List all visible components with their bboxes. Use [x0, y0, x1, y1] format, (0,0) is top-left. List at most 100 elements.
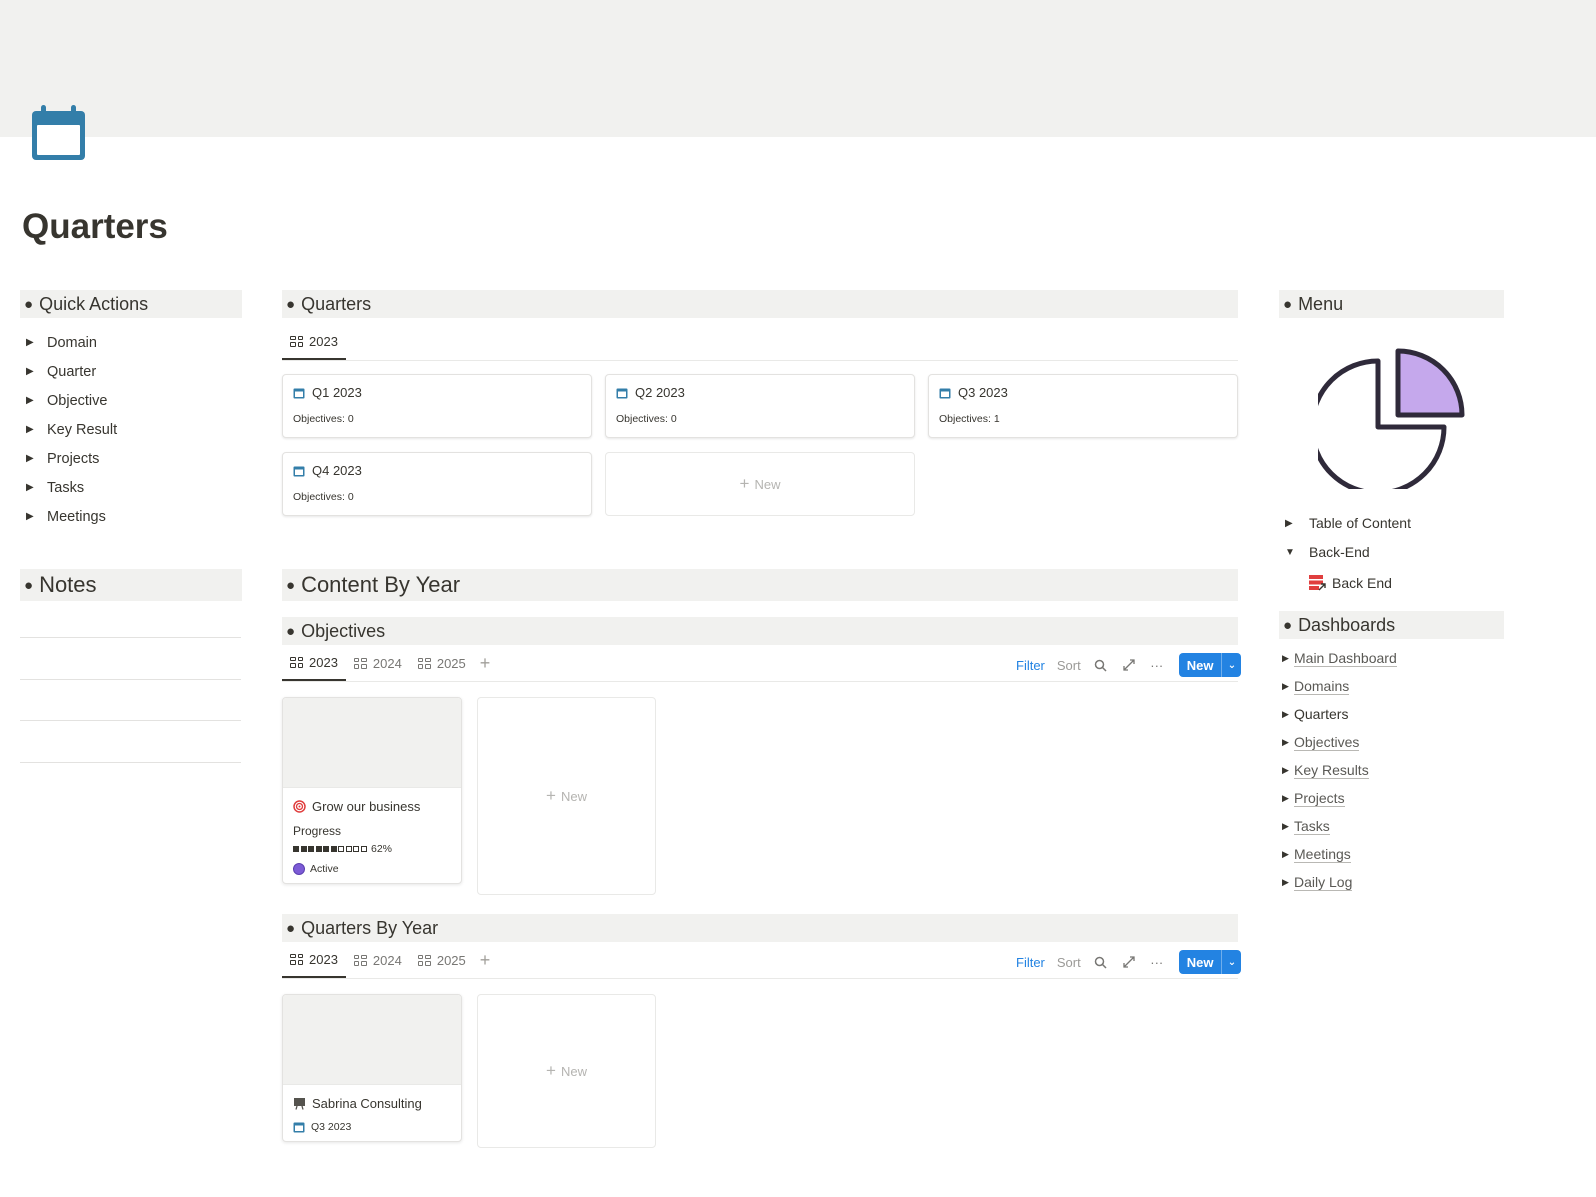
search-icon[interactable] — [1087, 956, 1115, 969]
dashboard-link-projects[interactable]: ▶ Projects — [1282, 784, 1397, 812]
dashboards-heading: ● Dashboards — [1279, 611, 1504, 639]
triangle-right-icon: ▶ — [1282, 792, 1289, 803]
toggle-meetings[interactable]: ▶ Meetings — [26, 502, 117, 531]
dashboard-link-quarters[interactable]: ▶ Quarters — [1282, 700, 1397, 728]
gallery-icon — [353, 954, 367, 966]
card-cover — [283, 995, 461, 1085]
quarter-project-card[interactable]: Sabrina Consulting Q3 2023 — [282, 994, 462, 1142]
dashboard-link-meetings[interactable]: ▶ Meetings — [1282, 840, 1397, 868]
gallery-icon — [417, 954, 431, 966]
filter-button[interactable]: Filter — [1010, 955, 1051, 970]
chevron-down-icon[interactable]: ⌄ — [1221, 950, 1241, 974]
dashboard-link-tasks[interactable]: ▶ Tasks — [1282, 812, 1397, 840]
new-objective-card[interactable]: + New — [477, 697, 656, 895]
add-view-icon[interactable]: + — [474, 645, 497, 681]
progress-square — [315, 846, 322, 852]
presentation-icon — [294, 1097, 305, 1110]
triangle-down-icon[interactable]: ▼ — [1285, 547, 1309, 558]
gallery-icon — [353, 657, 367, 669]
toggle-projects[interactable]: ▶ Projects — [26, 444, 117, 473]
triangle-right-icon[interactable]: ▶ — [26, 511, 47, 522]
add-view-icon[interactable]: + — [474, 942, 497, 978]
triangle-right-icon: ▶ — [1282, 876, 1289, 887]
dashboard-link-daily-log[interactable]: ▶ Daily Log — [1282, 868, 1397, 896]
quarters-heading: ● Quarters — [282, 290, 1238, 318]
gallery-icon — [290, 953, 303, 965]
calendar-icon — [939, 388, 951, 398]
toggle-table-of-content[interactable]: ▶ Table of Content — [1285, 515, 1411, 531]
back-end-page-link[interactable]: Back End — [1308, 574, 1392, 591]
quarter-card-q1[interactable]: Q1 2023 Objectives: 0 — [282, 374, 592, 438]
note-line[interactable] — [20, 762, 241, 763]
calendar-icon[interactable] — [31, 105, 86, 161]
quarter-card-q4[interactable]: Q4 2023 Objectives: 0 — [282, 452, 592, 516]
objectives-toolbar: Filter Sort ··· New ⌄ — [1010, 653, 1242, 677]
dashboards-list: ▶ Main Dashboard ▶ Domains ▶ Quarters ▶ Obje… — [1282, 644, 1397, 896]
progress-square — [330, 846, 337, 852]
objectives-heading: ● Objectives — [282, 617, 1238, 645]
dashboard-link-key-results[interactable]: ▶ Key Results — [1282, 756, 1397, 784]
toggle-back-end[interactable]: ▼ Back-End — [1285, 544, 1370, 560]
new-quarter-card[interactable]: + New — [605, 452, 915, 516]
chevron-down-icon[interactable]: ⌄ — [1221, 653, 1241, 677]
more-icon[interactable]: ··· — [1143, 658, 1171, 673]
triangle-right-icon[interactable]: ▶ — [26, 424, 47, 435]
tab-2023[interactable]: 2023 — [282, 942, 346, 978]
triangle-right-icon: ▶ — [1282, 764, 1289, 775]
sort-button[interactable]: Sort — [1051, 955, 1087, 970]
triangle-right-icon[interactable]: ▶ — [26, 453, 47, 464]
objective-card[interactable]: Grow our business Progress 62% Active — [282, 697, 462, 884]
new-objective-button[interactable]: New ⌄ — [1178, 653, 1242, 677]
progress-square — [360, 846, 367, 852]
expand-icon[interactable] — [1115, 659, 1143, 671]
triangle-right-icon[interactable]: ▶ — [1285, 518, 1309, 529]
search-icon[interactable] — [1087, 659, 1115, 672]
note-line[interactable] — [20, 720, 241, 721]
tab-2023[interactable]: 2023 — [282, 645, 346, 681]
quarters-by-year-heading: ● Quarters By Year — [282, 914, 1238, 942]
tab-2023[interactable]: 2023 — [282, 324, 346, 360]
plus-icon: + — [546, 786, 556, 805]
tab-2024[interactable]: 2024 — [346, 645, 410, 681]
triangle-right-icon[interactable]: ▶ — [26, 337, 47, 348]
toggle-key-result[interactable]: ▶ Key Result — [26, 415, 117, 444]
status-dot-icon — [293, 863, 305, 875]
quick-actions-heading: ● Quick Actions — [20, 290, 242, 318]
progress-square — [338, 846, 344, 852]
quarters-view-tabs: 2023 — [282, 323, 1238, 361]
toggle-tasks[interactable]: ▶ Tasks — [26, 473, 117, 502]
triangle-right-icon[interactable]: ▶ — [26, 395, 47, 406]
tab-2025[interactable]: 2025 — [410, 942, 474, 978]
toggle-quarter[interactable]: ▶ Quarter — [26, 357, 117, 386]
triangle-right-icon: ▶ — [1282, 848, 1289, 859]
dashboard-link-main[interactable]: ▶ Main Dashboard — [1282, 644, 1397, 672]
tab-2024[interactable]: 2024 — [346, 942, 410, 978]
quarter-card-q2[interactable]: Q2 2023 Objectives: 0 — [605, 374, 915, 438]
expand-icon[interactable] — [1115, 956, 1143, 968]
card-cover — [283, 698, 461, 788]
dashboard-link-objectives[interactable]: ▶ Objectives — [1282, 728, 1397, 756]
sort-button[interactable]: Sort — [1051, 658, 1087, 673]
progress-square — [300, 846, 307, 852]
new-quarter-project-card[interactable]: + New — [477, 994, 656, 1148]
progress-square — [353, 846, 359, 852]
triangle-right-icon: ▶ — [1282, 652, 1289, 663]
filter-button[interactable]: Filter — [1010, 658, 1051, 673]
content-by-year-heading: ● Content By Year — [282, 569, 1238, 601]
database-icon — [1309, 575, 1326, 591]
new-quarter-button[interactable]: New ⌄ — [1178, 950, 1242, 974]
toggle-objective[interactable]: ▶ Objective — [26, 386, 117, 415]
triangle-right-icon: ▶ — [1282, 820, 1289, 831]
toggle-domain[interactable]: ▶ Domain — [26, 328, 117, 357]
notes-heading: ● Notes — [20, 569, 242, 601]
note-line[interactable] — [20, 679, 241, 680]
note-line[interactable] — [20, 637, 241, 638]
triangle-right-icon[interactable]: ▶ — [26, 366, 47, 377]
quarter-card-q3[interactable]: Q3 2023 Objectives: 1 — [928, 374, 1238, 438]
calendar-icon — [616, 388, 628, 398]
tab-2025[interactable]: 2025 — [410, 645, 474, 681]
quick-actions-list: ▶ Domain ▶ Quarter ▶ Objective ▶ Key Result … — [26, 328, 117, 531]
triangle-right-icon[interactable]: ▶ — [26, 482, 47, 493]
more-icon[interactable]: ··· — [1143, 955, 1171, 970]
dashboard-link-domains[interactable]: ▶ Domains — [1282, 672, 1397, 700]
